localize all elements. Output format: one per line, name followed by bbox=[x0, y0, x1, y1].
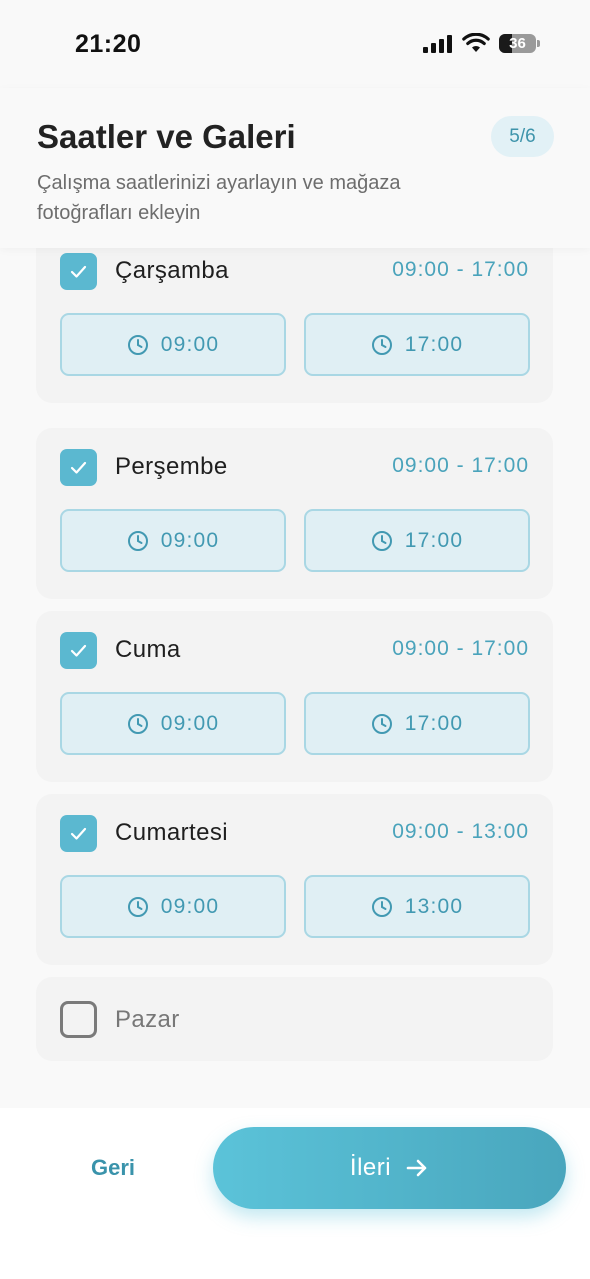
page-title: Saatler ve Galeri bbox=[37, 118, 296, 155]
day-checkbox[interactable] bbox=[60, 632, 97, 669]
day-card-carsamba: Çarşamba 09:00 - 17:00 09:00 17:00 bbox=[36, 248, 553, 403]
page-subtitle: Çalışma saatlerinizi ayarlayın ve mağaza… bbox=[37, 172, 401, 224]
battery-icon: 36 bbox=[499, 34, 536, 53]
closing-time: 17:00 bbox=[404, 528, 464, 552]
day-checkbox[interactable] bbox=[60, 815, 97, 852]
closing-time-button[interactable]: 17:00 bbox=[304, 313, 530, 376]
closing-time-button[interactable]: 13:00 bbox=[304, 875, 530, 938]
opening-time-button[interactable]: 09:00 bbox=[60, 313, 286, 376]
clock-icon bbox=[371, 896, 392, 917]
day-time-range: 09:00 - 17:00 bbox=[392, 258, 529, 281]
page-header: Saatler ve Galeri 5/6 Çalışma saatlerini… bbox=[0, 88, 590, 248]
day-name: Cuma bbox=[115, 636, 181, 663]
clock-icon bbox=[127, 334, 148, 355]
day-time-range: 09:00 - 17:00 bbox=[392, 454, 529, 477]
status-time: 21:20 bbox=[75, 30, 142, 58]
closing-time: 13:00 bbox=[404, 894, 464, 918]
closing-time: 17:00 bbox=[404, 711, 464, 735]
clock-icon bbox=[371, 713, 392, 734]
day-name: Çarşamba bbox=[115, 257, 229, 284]
battery-level: 36 bbox=[509, 35, 526, 52]
battery-cap bbox=[537, 40, 540, 47]
opening-time: 09:00 bbox=[160, 528, 220, 552]
status-bar: 21:20 36 bbox=[0, 0, 590, 88]
day-card-cumartesi: Cumartesi 09:00 - 13:00 09:00 13:00 bbox=[36, 794, 553, 965]
closing-time-button[interactable]: 17:00 bbox=[304, 509, 530, 572]
check-icon bbox=[70, 265, 87, 278]
next-button[interactable]: İleri bbox=[213, 1127, 566, 1209]
clock-icon bbox=[127, 713, 148, 734]
clock-icon bbox=[127, 896, 148, 917]
check-icon bbox=[70, 644, 87, 657]
clock-icon bbox=[127, 530, 148, 551]
next-button-label: İleri bbox=[349, 1154, 392, 1181]
day-time-range: 09:00 - 13:00 bbox=[392, 820, 529, 843]
clock-icon bbox=[371, 334, 392, 355]
arrow-right-icon bbox=[406, 1159, 427, 1177]
opening-time-button[interactable]: 09:00 bbox=[60, 692, 286, 755]
day-checkbox[interactable] bbox=[60, 253, 97, 290]
opening-time: 09:00 bbox=[160, 894, 220, 918]
closing-time: 17:00 bbox=[404, 332, 464, 356]
back-button[interactable]: Geri bbox=[62, 1148, 164, 1188]
day-name: Cumartesi bbox=[115, 819, 228, 846]
day-name: Pazar bbox=[115, 1006, 180, 1033]
check-icon bbox=[70, 461, 87, 474]
clock-icon bbox=[371, 530, 392, 551]
day-checkbox[interactable] bbox=[60, 449, 97, 486]
wifi-icon bbox=[462, 33, 490, 52]
opening-time: 09:00 bbox=[160, 332, 220, 356]
closing-time-button[interactable]: 17:00 bbox=[304, 692, 530, 755]
day-checkbox[interactable] bbox=[60, 1001, 97, 1038]
day-card-cuma: Cuma 09:00 - 17:00 09:00 17:00 bbox=[36, 611, 553, 782]
step-badge: 5/6 bbox=[491, 116, 554, 157]
day-card-pazar: Pazar bbox=[36, 977, 553, 1061]
day-name: Perşembe bbox=[115, 453, 228, 480]
opening-time-button[interactable]: 09:00 bbox=[60, 509, 286, 572]
footer-nav: Geri İleri bbox=[0, 1108, 590, 1279]
opening-time: 09:00 bbox=[160, 711, 220, 735]
working-hours-list[interactable]: Çarşamba 09:00 - 17:00 09:00 17:00 Perşe… bbox=[0, 248, 590, 1108]
opening-time-button[interactable]: 09:00 bbox=[60, 875, 286, 938]
check-icon bbox=[70, 827, 87, 840]
cellular-signal-icon bbox=[423, 35, 452, 53]
day-card-persembe: Perşembe 09:00 - 17:00 09:00 17:00 bbox=[36, 428, 553, 599]
day-time-range: 09:00 - 17:00 bbox=[392, 637, 529, 660]
